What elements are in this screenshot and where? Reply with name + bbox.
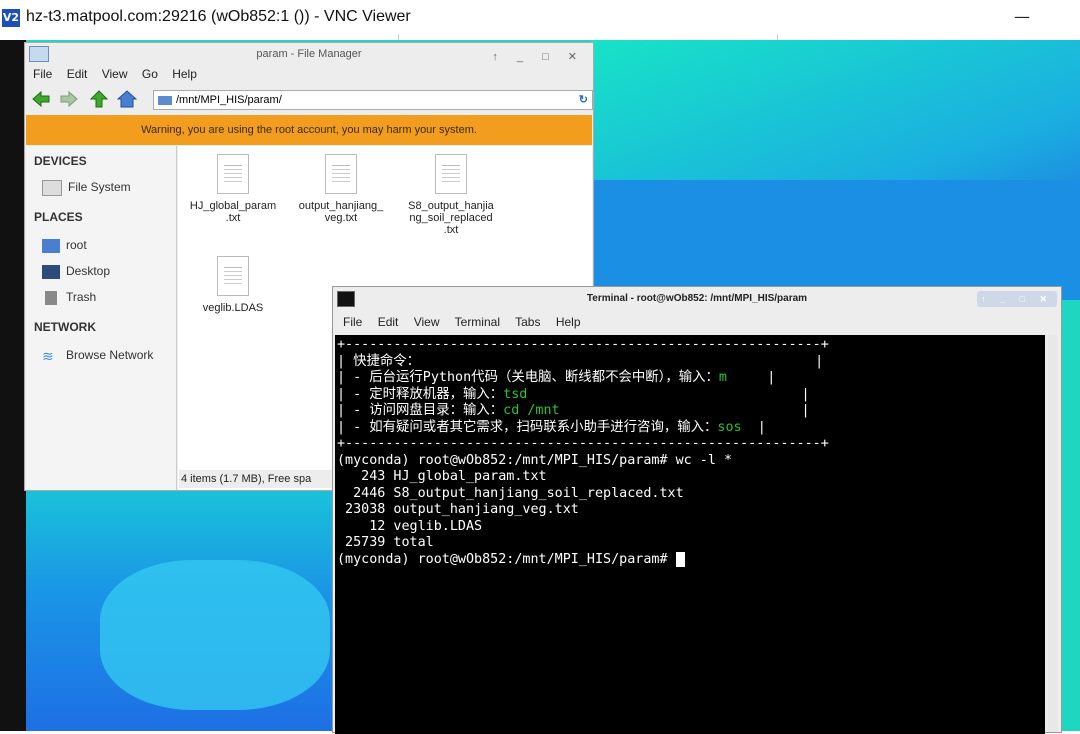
vnc-logo-icon: V2 [2,9,20,27]
terminal-title-bar[interactable]: Terminal - root@wOb852: /mnt/MPI_HIS/par… [333,287,1061,311]
up-arrow-icon[interactable] [89,89,109,109]
refresh-icon[interactable]: ↻ [579,91,588,109]
file-name: veglib.LDAS [202,302,264,314]
desktop-icon [42,264,60,279]
file-manager-title-bar[interactable]: param - File Manager ↑ _ □ ✕ [25,43,593,65]
file-item[interactable]: S8_output_hanjia ng_soil_replaced .txt [396,154,506,236]
banner-line: | - 访问网盘目录：输入：cd /mnt | [337,403,810,418]
file-manager-toolbar: /mnt/MPI_HIS/param/ ↻ [31,87,593,113]
trash-icon [45,290,57,305]
menu-edit[interactable]: Edit [378,315,399,329]
hard-drive-icon [42,180,62,196]
output-line: 2446 S8_output_hanjiang_soil_replaced.tx… [337,485,684,501]
menu-terminal[interactable]: Terminal [455,315,500,329]
terminal-menubar: File Edit View Terminal Tabs Help [343,315,593,329]
banner-border: +---------------------------------------… [337,337,829,352]
window-controls[interactable]: ↑ _ □ ✕ [492,46,585,68]
wifi-icon: ≋ [42,347,54,364]
file-manager-menubar: File Edit View Go Help [33,67,208,81]
wallpaper-region [590,180,1080,300]
sidebar-header-network: NETWORK [34,320,96,334]
menu-help[interactable]: Help [556,315,581,329]
minimize-button[interactable]: — [1014,7,1030,26]
terminal-icon [337,291,355,307]
text-file-icon [435,154,467,194]
menu-tabs[interactable]: Tabs [515,315,540,329]
banner-line: | 快捷命令： | [337,353,824,369]
command-line: (myconda) root@wOb852:/mnt/MPI_HIS/param… [337,452,733,468]
vnc-window-title: hz-t3.matpool.com:29216 (wOb852:1 ()) - … [26,8,411,25]
drive-icon [158,95,172,105]
file-name: HJ_global_param .txt [189,200,277,224]
sidebar-header-places: PLACES [34,210,83,224]
sidebar-item-browse-network[interactable]: ≋ Browse Network [42,348,153,363]
file-name: S8_output_hanjia ng_soil_replaced .txt [408,200,494,236]
output-line: 12 veglib.LDAS [337,518,483,534]
sidebar-item-label: Desktop [66,264,111,278]
root-warning-banner: Warning, you are using the root account,… [26,115,592,145]
vnc-title-bar: V2 hz-t3.matpool.com:29216 (wOb852:1 ())… [0,0,1080,43]
file-item[interactable]: HJ_global_param .txt [178,154,288,224]
forward-arrow-icon[interactable] [59,89,79,109]
sidebar-item-label: root [66,238,87,252]
output-line: 23038 output_hanjiang_veg.txt [337,502,579,517]
sidebar-item-label: Browse Network [66,348,154,362]
file-item[interactable]: output_hanjiang_ veg.txt [286,154,396,224]
banner-line: | - 如有疑问或者其它需求，扫码联系小助手进行咨询，输入：sos | [337,419,766,435]
terminal-title: Terminal - root@wOb852: /mnt/MPI_HIS/par… [586,293,808,304]
text-cursor [675,551,685,567]
menu-file[interactable]: File [33,67,52,81]
sidebar-item-label: Trash [66,290,97,304]
menu-edit[interactable]: Edit [67,67,88,81]
window-controls[interactable]: ↑ _ □ ✕ [977,291,1057,307]
output-line: 25739 total [337,535,434,550]
banner-line: | - 后台运行Python代码（关电脑、断线都不会中断），输入：m | [337,370,776,385]
location-path: /mnt/MPI_HIS/param/ [176,94,282,106]
file-item[interactable]: veglib.LDAS [178,256,288,314]
menu-file[interactable]: File [343,315,362,329]
file-name: output_hanjiang_ veg.txt [298,200,384,224]
banner-line: | - 定时释放机器，输入：tsd | [337,386,810,402]
home-icon [42,238,60,253]
menu-view[interactable]: View [414,315,440,329]
text-file-icon [325,154,357,194]
back-arrow-icon[interactable] [31,89,51,109]
desktop-left-strip [0,40,26,731]
menu-view[interactable]: View [102,67,128,81]
terminal-screen[interactable]: +---------------------------------------… [335,335,1045,734]
menu-help[interactable]: Help [172,67,197,81]
file-manager-sidebar: DEVICES File System PLACES root Desktop … [26,146,177,490]
sidebar-item-desktop[interactable]: Desktop [42,264,110,279]
menu-go[interactable]: Go [142,67,158,81]
sidebar-item-root[interactable]: root [42,238,87,253]
text-file-icon [217,154,249,194]
file-manager-title: param - File Manager [256,48,362,60]
folder-icon [29,46,49,62]
sidebar-item-trash[interactable]: Trash [42,290,96,305]
terminal-scrollbar[interactable] [1048,335,1058,732]
output-line: 243 HJ_global_param.txt [337,469,547,484]
home-icon[interactable] [117,89,137,109]
banner-border: +---------------------------------------… [337,436,829,451]
prompt-line: (myconda) root@wOb852:/mnt/MPI_HIS/param… [337,551,1045,569]
terminal-window: Terminal - root@wOb852: /mnt/MPI_HIS/par… [332,286,1062,734]
sidebar-header-devices: DEVICES [34,154,87,168]
wallpaper-region [100,560,330,710]
sidebar-item-file-system[interactable]: File System [42,180,131,196]
text-file-icon [217,256,249,296]
sidebar-item-label: File System [68,180,131,195]
location-bar[interactable]: /mnt/MPI_HIS/param/ ↻ [153,90,593,110]
